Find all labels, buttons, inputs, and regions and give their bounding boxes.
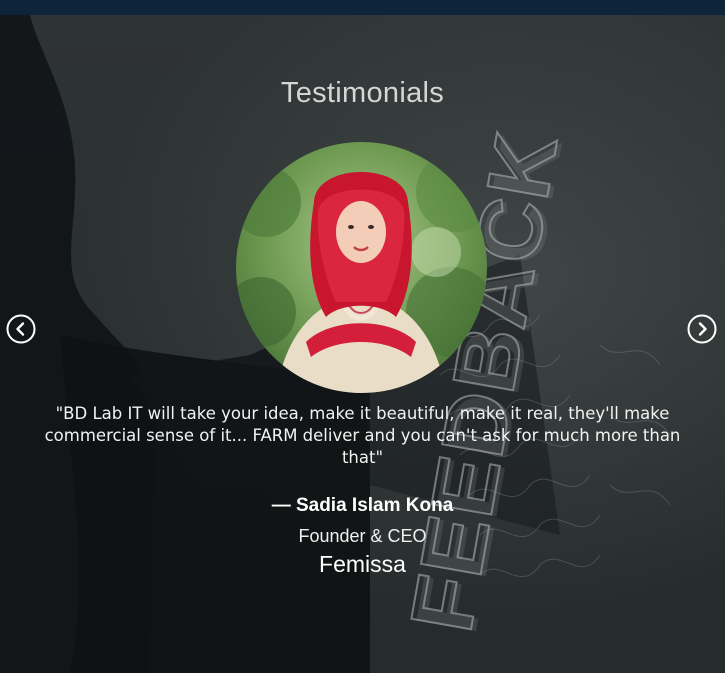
testimonial-quote: "BD Lab IT will take your idea, make it … xyxy=(44,404,681,467)
prev-slide-button[interactable] xyxy=(6,314,36,344)
chevron-right-circle-icon xyxy=(687,314,717,344)
testimonial-avatar xyxy=(236,142,487,393)
section-title: Testimonials xyxy=(280,77,445,109)
testimonial-author: — Sadia Islam Kona xyxy=(271,495,454,516)
next-slide-button[interactable] xyxy=(687,314,717,344)
chevron-left-circle-icon xyxy=(6,314,36,344)
testimonials-section: FEEDBACK FEEDBACK Testimonials "BD Lab I… xyxy=(0,15,725,673)
testimonial-company: Femissa xyxy=(319,551,406,577)
testimonial-role: Founder & CEO xyxy=(298,526,427,546)
top-nav-bar xyxy=(0,0,725,15)
